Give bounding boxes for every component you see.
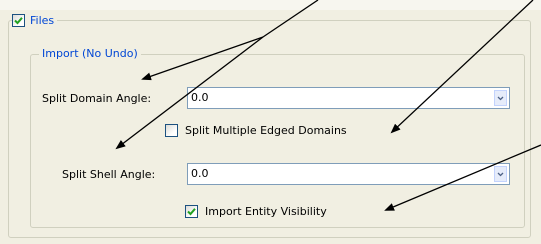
split-shell-angle-combo[interactable]: 0.0: [187, 163, 510, 185]
files-group-header[interactable]: Files: [12, 11, 58, 29]
files-group-label: Files: [30, 13, 55, 27]
chevron-down-icon: [497, 96, 504, 100]
split-multiple-edged-domains-checkbox[interactable]: [165, 124, 178, 137]
import-entity-visibility-label: Import Entity Visibility: [205, 205, 327, 218]
check-mark-icon: [187, 208, 196, 216]
split-domain-angle-label: Split Domain Angle:: [42, 92, 152, 105]
split-domain-angle-dropdown-button[interactable]: [494, 90, 507, 106]
split-domain-angle-combo[interactable]: 0.0: [187, 87, 510, 109]
split-shell-angle-label: Split Shell Angle:: [62, 168, 156, 181]
import-group-title: Import (No Undo): [39, 44, 141, 62]
split-multiple-edged-domains-row[interactable]: Split Multiple Edged Domains: [165, 124, 347, 137]
split-shell-angle-dropdown-button[interactable]: [494, 166, 507, 182]
import-group-box: [30, 54, 525, 228]
chevron-down-icon: [497, 172, 504, 176]
files-checkbox[interactable]: [12, 13, 25, 27]
import-entity-visibility-checkbox[interactable]: [185, 205, 198, 218]
split-shell-angle-value: 0.0: [191, 167, 209, 180]
top-strip: [0, 0, 541, 10]
split-domain-angle-value: 0.0: [191, 91, 209, 104]
check-mark-icon: [14, 16, 23, 24]
split-multiple-edged-domains-label: Split Multiple Edged Domains: [185, 124, 347, 137]
import-entity-visibility-row[interactable]: Import Entity Visibility: [185, 205, 327, 218]
